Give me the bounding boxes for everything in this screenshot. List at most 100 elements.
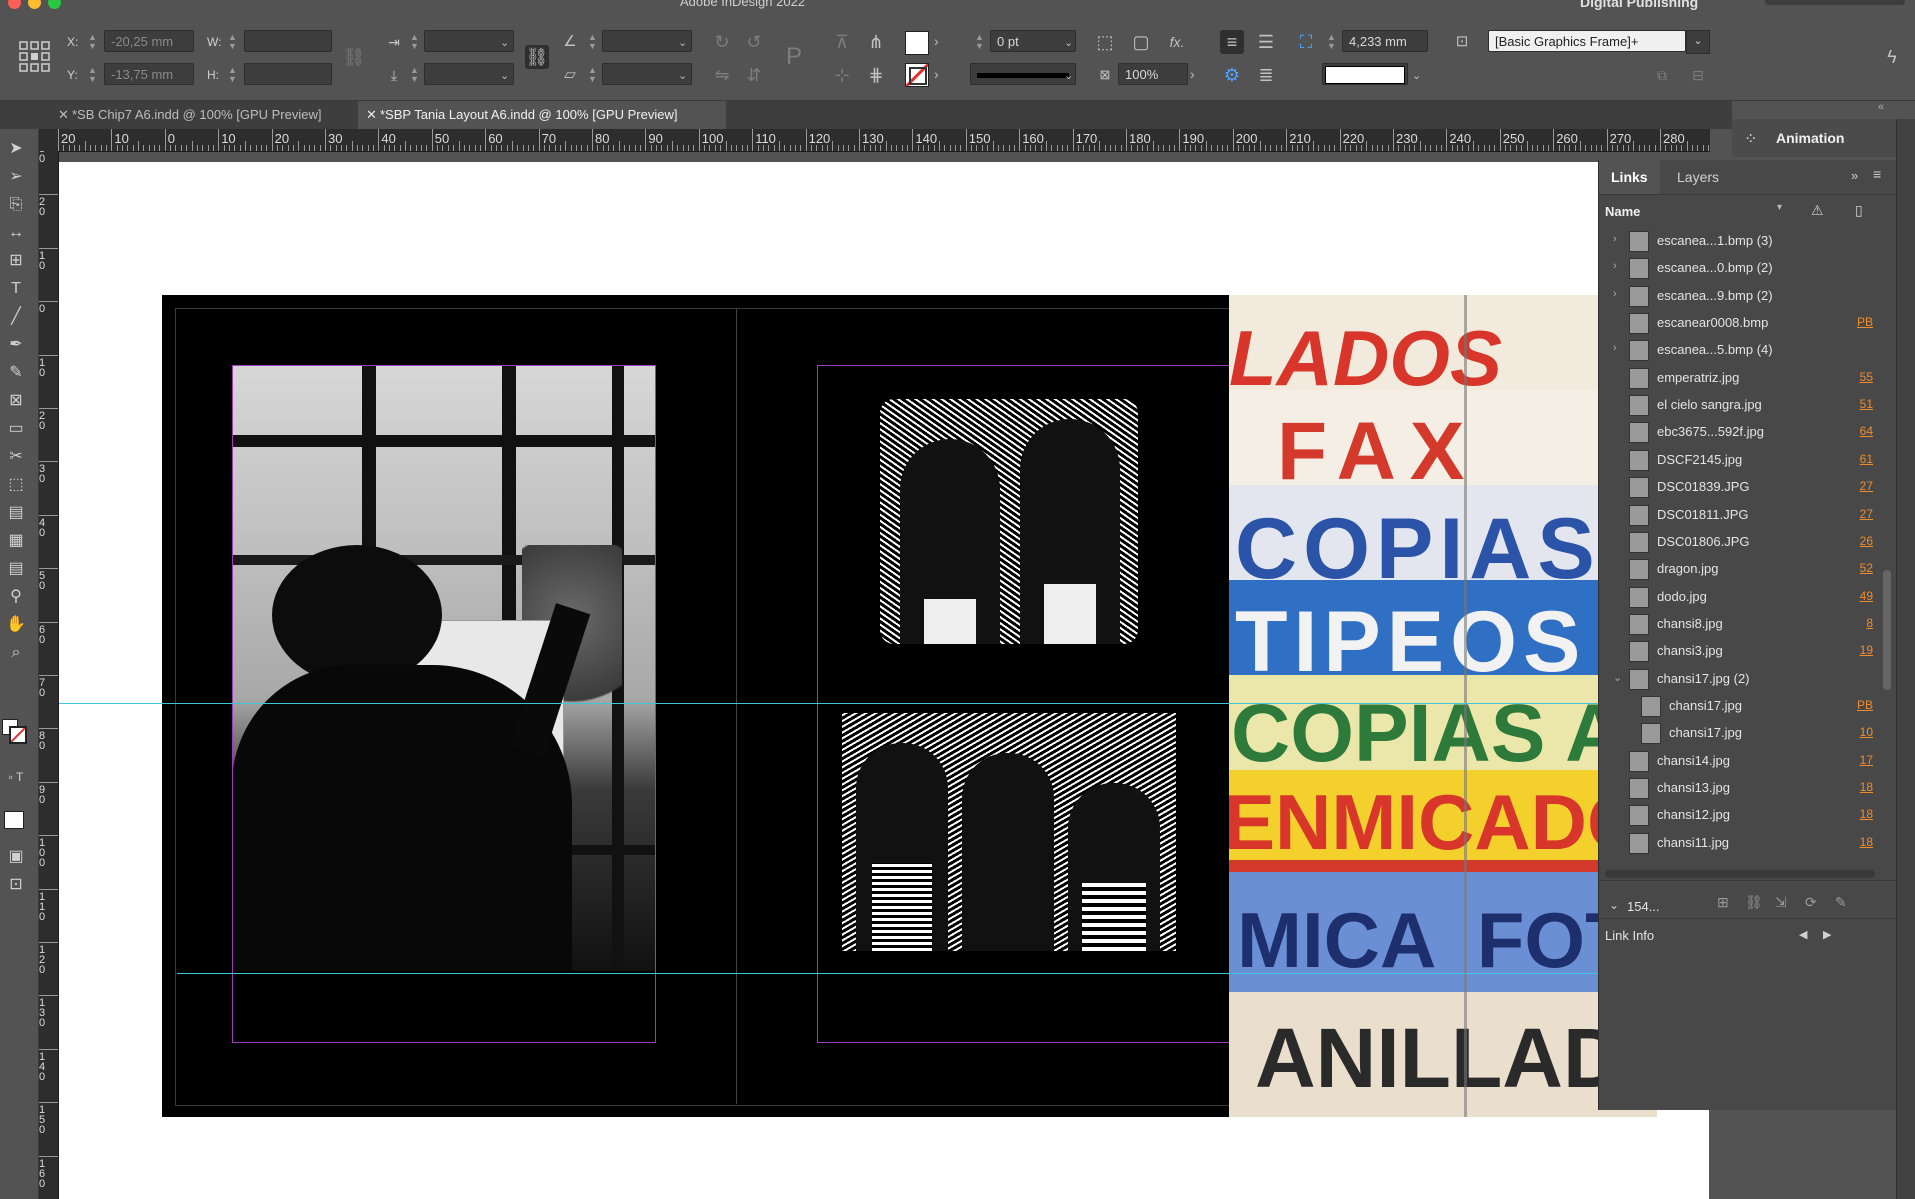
link-row[interactable]: chansi12.jpg 18 — [1599, 801, 1881, 828]
link-row[interactable]: chansi11.jpg 18 — [1599, 829, 1881, 856]
relink-icon[interactable]: ⛓ — [1745, 894, 1763, 911]
link-row[interactable]: › escanea...9.bmp (2) — [1599, 282, 1881, 309]
selection-tool-icon[interactable]: ➤ — [4, 137, 28, 161]
link-page-number[interactable]: 18 — [1860, 780, 1873, 794]
zoom-window-button[interactable] — [48, 0, 61, 9]
text-wrap-bounding-icon[interactable]: ☰ — [1254, 30, 1278, 54]
screen-mode-icon[interactable]: ▣ — [4, 845, 28, 869]
scale-x-stepper-icon[interactable]: ▲ ▼ — [410, 33, 419, 51]
rotate-ccw-icon[interactable]: ↺ — [742, 30, 766, 54]
relink-from-cc-icon[interactable]: ⊞ — [1717, 894, 1729, 911]
link-row[interactable]: ebc3675...592f.jpg 64 — [1599, 418, 1881, 445]
link-page-number[interactable]: 27 — [1860, 479, 1873, 493]
link-page-number[interactable]: 17 — [1860, 753, 1873, 767]
gap-tool-icon[interactable]: ⛶ — [1294, 30, 1318, 54]
link-page-number[interactable]: PB — [1857, 315, 1873, 329]
rotate-stepper-icon[interactable]: ▲ ▼ — [588, 33, 597, 51]
flip-vertical-icon[interactable]: ⇵ — [742, 63, 766, 87]
h-stepper-icon[interactable]: ▲ ▼ — [228, 66, 237, 84]
x-position-field[interactable]: -20,25 mm — [104, 30, 194, 52]
chevron-down-icon[interactable]: ⌄ — [1613, 671, 1622, 684]
scissors-tool-icon[interactable]: ✂ — [4, 445, 28, 469]
tab-sb-chip7[interactable]: ✕ *SB Chip7 A6.indd @ 100% [GPU Preview] — [50, 101, 350, 129]
height-field[interactable] — [244, 63, 332, 85]
link-page-number[interactable]: 27 — [1860, 507, 1873, 521]
flip-horizontal-icon[interactable]: ⇋ — [710, 63, 734, 87]
link-page-number[interactable]: 64 — [1860, 424, 1873, 438]
fill-menu-chevron-icon[interactable]: › — [934, 33, 939, 49]
ruler-origin[interactable] — [38, 129, 58, 151]
close-icon[interactable]: ✕ — [58, 101, 69, 129]
link-row[interactable]: dodo.jpg 49 — [1599, 583, 1881, 610]
align-icon[interactable]: ≣ — [1254, 63, 1278, 87]
previous-link-icon[interactable]: ◀ — [1799, 928, 1807, 941]
y-position-field[interactable]: -13,75 mm — [104, 63, 194, 85]
text-wrap-none-icon[interactable]: ≡ — [1220, 30, 1244, 54]
pen-tool-icon[interactable]: ✒ — [4, 333, 28, 357]
eyedropper-tool-icon[interactable]: ⚲ — [4, 585, 28, 609]
chevron-down-icon[interactable]: ⌄ — [1412, 69, 1421, 82]
vertical-scrollbar[interactable] — [1883, 570, 1891, 690]
link-row[interactable]: dragon.jpg 52 — [1599, 555, 1881, 582]
link-page-number[interactable]: 26 — [1860, 534, 1873, 548]
status-warning-icon[interactable]: ⚠ — [1811, 202, 1824, 219]
hand-tool-icon[interactable]: ✋ — [4, 613, 28, 637]
chevron-down-icon[interactable]: ⌄ — [1064, 69, 1073, 82]
minimize-window-button[interactable] — [28, 0, 41, 9]
horizontal-ruler[interactable]: 20 10 0 10 20 30 40 50 60 70 80 90 100 110 120 130 140 15… — [38, 129, 1710, 152]
gap-field[interactable]: 4,233 mm — [1342, 30, 1428, 52]
link-page-number[interactable]: 10 — [1860, 725, 1873, 739]
link-row[interactable]: › escanea...5.bmp (4) — [1599, 336, 1881, 363]
chevron-right-icon[interactable]: › — [1613, 260, 1617, 272]
link-page-number[interactable]: 51 — [1860, 397, 1873, 411]
select-content-icon[interactable]: ⊹ — [830, 63, 854, 87]
link-page-number[interactable]: 61 — [1860, 452, 1873, 466]
object-style-dropdown[interactable]: [Basic Graphics Frame]+ — [1488, 30, 1686, 52]
panel-expand-icon[interactable]: » — [1851, 168, 1858, 183]
selection-count-chevron-icon[interactable]: ⌄ — [1609, 898, 1619, 912]
tab-links[interactable]: Links — [1599, 160, 1660, 194]
next-link-icon[interactable]: ▶ — [1823, 928, 1831, 941]
close-window-button[interactable] — [8, 0, 21, 9]
gradient-swatch-tool-icon[interactable]: ▤ — [4, 501, 28, 525]
link-row[interactable]: escanear0008.bmp PB — [1599, 309, 1881, 336]
gradient-feather-tool-icon[interactable]: ▦ — [4, 529, 28, 553]
close-icon[interactable]: ✕ — [366, 101, 377, 129]
pencil-tool-icon[interactable]: ✎ — [4, 361, 28, 385]
fill-swatch[interactable] — [905, 31, 929, 55]
scale-y-stepper-icon[interactable]: ▲ ▼ — [410, 66, 419, 84]
auto-fit-icon[interactable]: ⚙ — [1220, 63, 1244, 87]
page-tool-icon[interactable]: ⎘ — [4, 193, 28, 217]
opacity-menu-chevron-icon[interactable]: › — [1190, 66, 1195, 82]
stroke-menu-chevron-icon[interactable]: › — [934, 66, 939, 82]
link-page-number[interactable]: 18 — [1860, 835, 1873, 849]
tab-sbp-tania-layout[interactable]: ✕ *SBP Tania Layout A6.indd @ 100% [GPU … — [358, 101, 726, 129]
chevron-right-icon[interactable]: › — [1613, 233, 1617, 245]
page-column-icon[interactable]: ▯ — [1855, 202, 1863, 219]
link-row[interactable]: emperatriz.jpg 55 — [1599, 364, 1881, 391]
chevron-right-icon[interactable]: › — [1613, 342, 1617, 354]
link-row[interactable]: el cielo sangra.jpg 51 — [1599, 391, 1881, 418]
link-row[interactable]: › escanea...1.bmp (3) — [1599, 227, 1881, 254]
update-link-icon[interactable]: ⟳ — [1805, 894, 1817, 911]
shear-stepper-icon[interactable]: ▲ ▼ — [588, 66, 597, 84]
line-tool-icon[interactable]: ╱ — [4, 305, 28, 329]
link-row[interactable]: DSC01839.JPG 27 — [1599, 473, 1881, 500]
horizontal-guide[interactable] — [177, 973, 1657, 974]
effects-fx-icon[interactable]: fx. — [1165, 30, 1189, 54]
preview-mode-icon[interactable]: ⊡ — [4, 873, 28, 897]
drop-shadow-icon[interactable]: ▢ — [1129, 30, 1153, 54]
chevron-down-icon[interactable]: ⌄ — [500, 69, 509, 82]
link-row[interactable]: DSC01811.JPG 27 — [1599, 501, 1881, 528]
select-container-icon[interactable]: ⊼ — [830, 30, 854, 54]
edit-original-icon[interactable]: ✎ — [1835, 894, 1847, 911]
note-tool-icon[interactable]: ▤ — [4, 557, 28, 581]
formatting-container-icon[interactable]: ▫ T — [4, 765, 28, 789]
gap-stepper-icon[interactable]: ▲ ▼ — [1327, 33, 1336, 51]
adobe-stock-search[interactable] — [1765, 0, 1905, 5]
link-row[interactable]: chansi13.jpg 18 — [1599, 774, 1881, 801]
frame-fitting-icon[interactable]: ⬚ — [1093, 30, 1117, 54]
link-page-number[interactable]: 18 — [1860, 807, 1873, 821]
workspace-switcher[interactable]: Digital Publishing — [1580, 0, 1698, 10]
y-stepper-icon[interactable]: ▲ ▼ — [88, 66, 97, 84]
